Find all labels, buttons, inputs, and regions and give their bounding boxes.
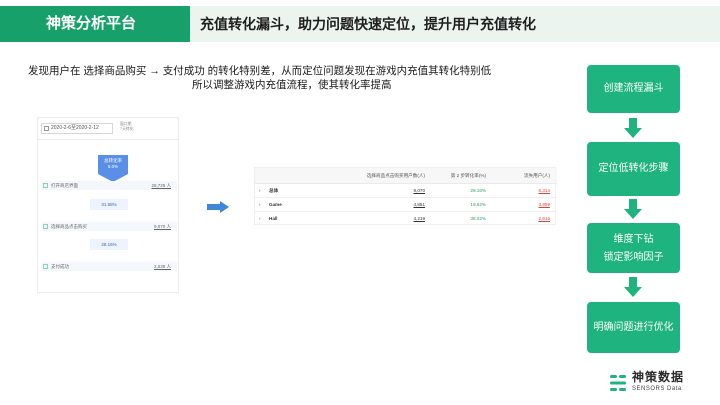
flow-step-optimize: 明确问题进行优化 bbox=[587, 302, 680, 353]
funnel-panel: 2020-2-6至2020-2-12 窗口期 7天转化 总转化率 6.0% 打开… bbox=[37, 117, 179, 293]
description: 发现用户在 选择商品购买 → 支付成功 的转化特别差，从而定位问题发现在游戏内充… bbox=[28, 64, 568, 92]
page-title: 充值转化漏斗，助力问题快速定位，提升用户充值转化 bbox=[200, 16, 536, 32]
row-lost[interactable]: 3,899 bbox=[490, 198, 551, 212]
funnel-step-name: 支付成功 bbox=[51, 264, 69, 269]
logo-name-en: SENSORS Data bbox=[632, 386, 682, 392]
overall-conversion-badge: 总转化率 6.0% bbox=[98, 155, 128, 174]
step-conversion-rate: 31.58% bbox=[90, 199, 128, 210]
checkbox-icon bbox=[43, 183, 48, 188]
flow-step-drilldown: 维度下钻 锁定影响因子 bbox=[587, 223, 680, 273]
step-conversion-rate: 28.16% bbox=[90, 239, 128, 250]
flow-step-drilldown-line-2: 锁定影响因子 bbox=[603, 252, 664, 263]
funnel-step-value[interactable]: 2,538 人 bbox=[154, 262, 171, 271]
description-line-1: 发现用户在 选择商品购买 → 支付成功 的转化特别差，从而定位问题发现在游戏内充… bbox=[28, 65, 492, 77]
funnel-toolbar: 2020-2-6至2020-2-12 窗口期 7天转化 bbox=[38, 118, 178, 140]
funnel-step[interactable]: 打开商店界面 28,725 人 bbox=[41, 181, 177, 190]
window-settings[interactable]: 窗口期 7天转化 bbox=[120, 122, 134, 132]
slide: 神策分析平台 充值转化漏斗，助力问题快速定位，提升用户充值转化 发现用户在 选择… bbox=[0, 0, 720, 405]
arrow-right-icon bbox=[207, 201, 229, 213]
flow-step-drilldown-line-1: 维度下钻 bbox=[613, 234, 654, 245]
calendar-icon bbox=[44, 126, 49, 131]
funnel-step-name: 打开商店界面 bbox=[51, 183, 78, 188]
flow-step-create-funnel: 创建流程漏斗 bbox=[587, 65, 680, 113]
row-rate: 19.62% bbox=[470, 202, 486, 207]
breakdown-table: 选择商品点击购买用户数(人) 第 2 步转化率(%) 流失用户(人) › 总体 … bbox=[254, 167, 557, 226]
window-value: 7天转化 bbox=[120, 127, 134, 131]
funnel-step[interactable]: 选择商品点击购买 9,070 人 bbox=[41, 222, 177, 231]
table-row[interactable]: › Hall 4,219 38.02% 2,615 bbox=[255, 212, 557, 226]
row-name: Game bbox=[269, 202, 282, 207]
description-line-2: 所以调整游戏内充值流程，使其转化率提高 bbox=[192, 79, 392, 91]
row-lost[interactable]: 2,615 bbox=[490, 212, 551, 226]
funnel-step-value[interactable]: 9,070 人 bbox=[154, 222, 171, 231]
checkbox-icon bbox=[43, 224, 48, 229]
arrow-down-icon bbox=[624, 277, 642, 297]
table-row[interactable]: › 总体 9,070 28.16% 6,314 bbox=[255, 184, 557, 198]
table-header: 选择商品点击购买用户数(人) 第 2 步转化率(%) 流失用户(人) bbox=[255, 168, 557, 184]
expand-chevron-icon[interactable]: › bbox=[259, 212, 261, 226]
arrow-down-icon bbox=[624, 118, 642, 138]
row-name: Hall bbox=[269, 216, 278, 221]
column-header[interactable]: 流失用户(人) bbox=[490, 168, 550, 184]
row-users[interactable]: 4,219 bbox=[355, 212, 426, 226]
logo-name-cn: 神策数据 bbox=[632, 370, 685, 384]
funnel-step-name: 选择商品点击购买 bbox=[51, 224, 87, 229]
funnel-step-value[interactable]: 28,725 人 bbox=[151, 181, 171, 190]
brand-label: 神策分析平台 bbox=[0, 6, 190, 42]
table-row[interactable]: › Game 4,851 19.62% 3,899 bbox=[255, 198, 557, 212]
row-users[interactable]: 4,851 bbox=[355, 198, 426, 212]
column-header[interactable]: 选择商品点击购买用户数(人) bbox=[355, 168, 425, 184]
row-rate: 38.02% bbox=[470, 216, 486, 221]
column-header[interactable]: 第 2 步转化率(%) bbox=[431, 168, 486, 184]
row-lost[interactable]: 6,314 bbox=[490, 184, 551, 198]
overall-conversion-rate: 6.0% bbox=[107, 164, 119, 169]
checkbox-icon bbox=[43, 264, 48, 269]
row-users[interactable]: 9,070 bbox=[355, 184, 426, 198]
arrow-down-icon bbox=[624, 199, 642, 219]
row-name: 总体 bbox=[269, 188, 279, 193]
funnel-step[interactable]: 支付成功 2,538 人 bbox=[41, 262, 177, 271]
company-logo: 神策数据 SENSORS Data bbox=[608, 370, 708, 398]
header: 神策分析平台 充值转化漏斗，助力问题快速定位，提升用户充值转化 bbox=[0, 6, 720, 42]
flow-step-locate: 定位低转化步骤 bbox=[587, 142, 680, 196]
date-range-picker[interactable]: 2020-2-6至2020-2-12 bbox=[41, 123, 113, 134]
expand-chevron-icon[interactable]: › bbox=[259, 184, 261, 198]
date-range-text: 2020-2-6至2020-2-12 bbox=[51, 125, 99, 131]
row-rate: 28.16% bbox=[470, 188, 486, 193]
sensors-logo-icon bbox=[610, 375, 626, 391]
expand-chevron-icon[interactable]: › bbox=[259, 198, 261, 212]
